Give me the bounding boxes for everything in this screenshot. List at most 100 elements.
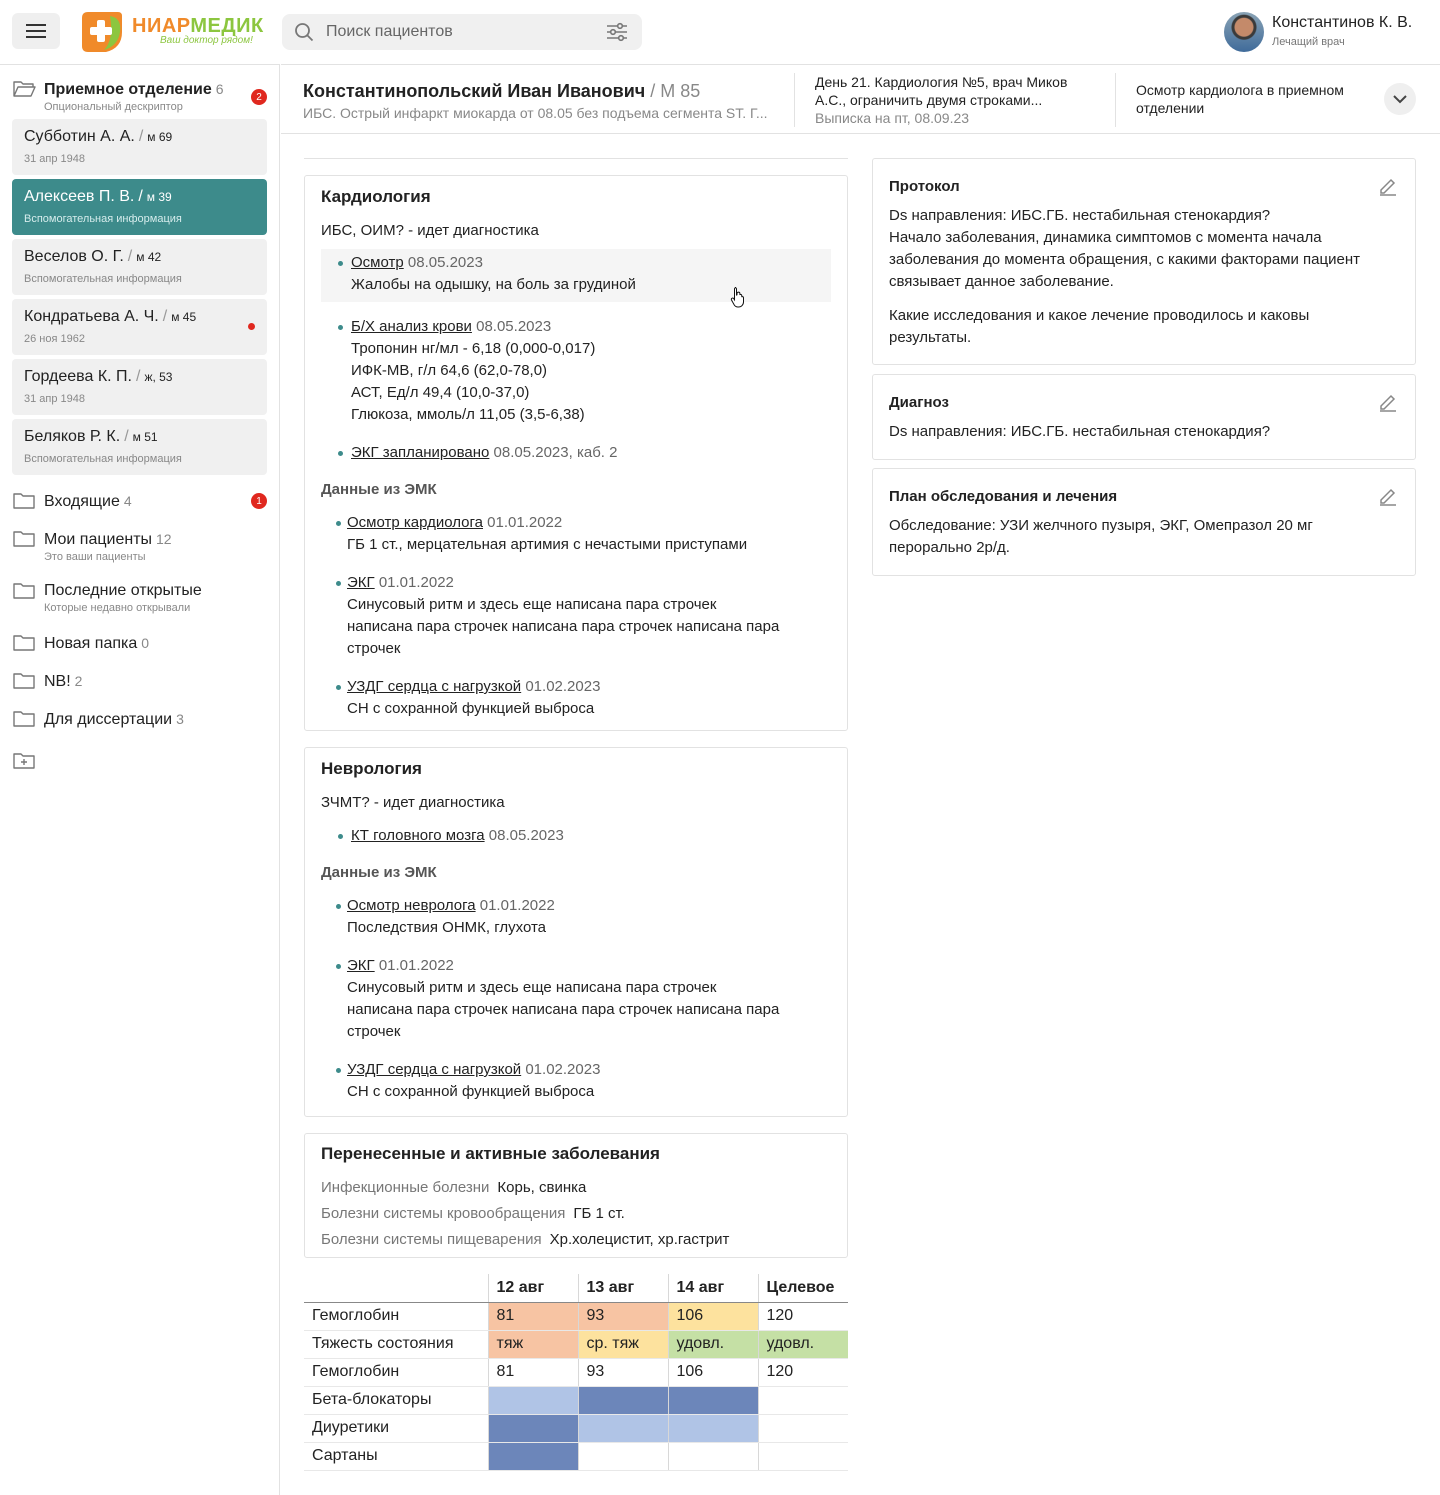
patient-sex-age: м 42 bbox=[136, 250, 162, 264]
row-label: Гемоглобин bbox=[304, 1358, 488, 1387]
table-cell[interactable] bbox=[577, 1442, 668, 1471]
logo-tagline: Ваш доктор рядом! bbox=[160, 35, 253, 46]
search-input[interactable] bbox=[326, 14, 586, 50]
patient-card[interactable]: Гордеева К. П. / ж, 53 31 апр 1948 bbox=[12, 359, 267, 415]
patient-name: Алексеев П. В. bbox=[24, 188, 135, 205]
list-item[interactable]: Б/Х анализ крови 08.05.2023 Тропонин нг/… bbox=[321, 316, 831, 426]
list-item[interactable]: УЗДГ сердца с нагрузкой 01.02.2023 СН с … bbox=[321, 1059, 831, 1103]
table-cell[interactable]: 93 bbox=[577, 1358, 668, 1387]
table-header-cell: 12 авг bbox=[487, 1274, 578, 1303]
list-item[interactable]: КТ головного мозга 08.05.2023 bbox=[321, 825, 831, 847]
entry-link[interactable]: Осмотр bbox=[351, 254, 404, 271]
patient-name: Гордеева К. П. bbox=[24, 368, 132, 385]
folder-department[interactable]: Приемное отделение 6 Опциональный дескрип… bbox=[0, 79, 279, 119]
entry-link[interactable]: Б/Х анализ крови bbox=[351, 318, 472, 335]
folder-recent[interactable]: Последние открытые Которые недавно откры… bbox=[0, 581, 279, 633]
entry-link[interactable]: УЗДГ сердца с нагрузкой bbox=[347, 678, 521, 695]
table-cell[interactable] bbox=[487, 1414, 578, 1443]
patient-subinfo: Вспомогательная информация bbox=[24, 213, 182, 225]
table-row: Бета-блокаторы bbox=[304, 1386, 848, 1415]
entry-link[interactable]: УЗДГ сердца с нагрузкой bbox=[347, 1061, 521, 1078]
table-header-cell: 13 авг bbox=[577, 1274, 668, 1303]
table-cell[interactable]: 106 bbox=[667, 1358, 758, 1387]
menu-button[interactable] bbox=[12, 13, 60, 49]
expand-header-button[interactable] bbox=[1384, 83, 1416, 115]
table-cell[interactable] bbox=[757, 1386, 848, 1415]
list-item[interactable]: ЭКГ запланировано 08.05.2023, каб. 2 bbox=[321, 442, 831, 464]
table-cell[interactable] bbox=[577, 1414, 668, 1443]
table-cell[interactable]: 120 bbox=[757, 1358, 848, 1387]
table-cell[interactable] bbox=[757, 1414, 848, 1443]
table-cell[interactable]: 106 bbox=[667, 1302, 758, 1331]
card-title: Перенесенные и активные заболевания bbox=[321, 1144, 660, 1163]
table-cell[interactable]: 81 bbox=[487, 1358, 578, 1387]
table-cell[interactable]: удовл. bbox=[757, 1330, 848, 1359]
row-label: Диуретики bbox=[304, 1414, 488, 1443]
patient-card[interactable]: Беляков Р. К. / м 51 Вспомогательная инфор… bbox=[12, 419, 267, 475]
entry-link[interactable]: Осмотр кардиолога bbox=[347, 514, 483, 531]
patient-card[interactable]: Субботин А. А. / м 69 31 апр 1948 bbox=[12, 119, 267, 175]
patient-subinfo: Вспомогательная информация bbox=[24, 273, 182, 285]
table-cell[interactable] bbox=[487, 1442, 578, 1471]
table-cell[interactable] bbox=[667, 1414, 758, 1443]
search-bar bbox=[282, 14, 642, 50]
entry-link[interactable]: ЭКГ bbox=[347, 574, 375, 591]
folder-label: Входящие bbox=[44, 493, 120, 510]
edit-icon[interactable] bbox=[1377, 485, 1399, 507]
list-item[interactable]: Осмотр 08.05.2023 Жалобы на одышку, на б… bbox=[321, 249, 831, 302]
folder-desc: Это ваши пациенты bbox=[44, 551, 146, 563]
notification-badge: 1 bbox=[251, 493, 267, 509]
table-cell[interactable]: 81 bbox=[487, 1302, 578, 1331]
folder-count: 4 bbox=[123, 493, 132, 509]
patient-card-selected[interactable]: Алексеев П. В. / м 39 Вспомогательная инфо… bbox=[12, 179, 267, 235]
table-cell[interactable] bbox=[487, 1386, 578, 1415]
logo[interactable]: НИАРМЕДИК Ваш доктор рядом! bbox=[80, 10, 263, 54]
visit-info[interactable]: Осмотр кардиолога в приемном отделении bbox=[1115, 73, 1365, 127]
list-item[interactable]: ЭКГ 01.01.2022 Синусовый ритм и здесь ещ… bbox=[321, 955, 831, 1043]
stay-info[interactable]: День 21. Кардиология №5, врач Миков А.С.… bbox=[794, 73, 1116, 127]
edit-icon[interactable] bbox=[1377, 391, 1399, 413]
table-cell[interactable]: тяж bbox=[487, 1330, 578, 1359]
table-cell[interactable] bbox=[667, 1442, 758, 1471]
entry-link[interactable]: Осмотр невролога bbox=[347, 897, 476, 914]
edit-icon[interactable] bbox=[1377, 175, 1399, 197]
list-item[interactable]: ЭКГ 01.01.2022 Синусовый ритм и здесь ещ… bbox=[321, 572, 831, 660]
folder-desc: Опциональный дескриптор bbox=[44, 101, 183, 113]
emk-section-title: Данные из ЭМК bbox=[321, 481, 437, 498]
sidebar: Приемное отделение 6 Опциональный дескрип… bbox=[0, 64, 280, 1495]
folder-icon bbox=[13, 531, 35, 547]
folder-inbox[interactable]: Входящие 4 1 bbox=[0, 491, 279, 529]
folder-label: Для диссертации bbox=[44, 711, 173, 728]
patient-sex-age: м 69 bbox=[147, 130, 173, 144]
filter-icon[interactable] bbox=[606, 22, 628, 42]
entry-link[interactable]: КТ головного мозга bbox=[351, 827, 485, 844]
table-header-cell bbox=[304, 1274, 488, 1303]
entry-link[interactable]: ЭКГ bbox=[347, 957, 375, 974]
diagnosis-status: ЗЧМТ? - идет диагностика bbox=[321, 794, 505, 811]
user-profile[interactable]: Константинов К. В. Лечащий врач bbox=[1224, 12, 1416, 52]
table-row: Гемоглобин 81 93 106 120 bbox=[304, 1358, 848, 1387]
list-item[interactable]: Осмотр невролога 01.01.2022 Последствия … bbox=[321, 895, 831, 939]
patient-card[interactable]: Веселов О. Г. / м 42 Вспомогательная инфор… bbox=[12, 239, 267, 295]
folder-new[interactable]: Новая папка 0 bbox=[0, 633, 279, 671]
table-cell[interactable]: удовл. bbox=[667, 1330, 758, 1359]
protocol-text: Какие исследования и какое лечение прово… bbox=[889, 307, 1310, 324]
list-item[interactable]: Осмотр кардиолога 01.01.2022 ГБ 1 ст., м… bbox=[321, 512, 831, 556]
folder-open-icon bbox=[13, 81, 36, 97]
table-cell[interactable]: 93 bbox=[577, 1302, 668, 1331]
folder-nb[interactable]: NB! 2 bbox=[0, 671, 279, 709]
patient-card[interactable]: Кондратьева А. Ч. / м 45 26 ноя 1962 bbox=[12, 299, 267, 355]
list-item[interactable]: УЗДГ сердца с нагрузкой 01.02.2023 СН с … bbox=[321, 676, 831, 720]
table-cell[interactable] bbox=[757, 1442, 848, 1471]
entry-link[interactable]: ЭКГ запланировано bbox=[351, 444, 489, 461]
table-cell[interactable] bbox=[667, 1386, 758, 1415]
table-cell[interactable] bbox=[577, 1386, 668, 1415]
folder-my-patients[interactable]: Мои пациенты 12 Это ваши пациенты bbox=[0, 529, 279, 581]
add-folder-button[interactable] bbox=[0, 751, 279, 781]
folder-dissertation[interactable]: Для диссертации 3 bbox=[0, 709, 279, 747]
table-cell[interactable]: 120 bbox=[757, 1302, 848, 1331]
table-header-cell: 14 авг bbox=[667, 1274, 758, 1303]
patient-name: Веселов О. Г. bbox=[24, 248, 124, 265]
patient-name: Беляков Р. К. bbox=[24, 428, 121, 445]
table-cell[interactable]: ср. тяж bbox=[577, 1330, 668, 1359]
